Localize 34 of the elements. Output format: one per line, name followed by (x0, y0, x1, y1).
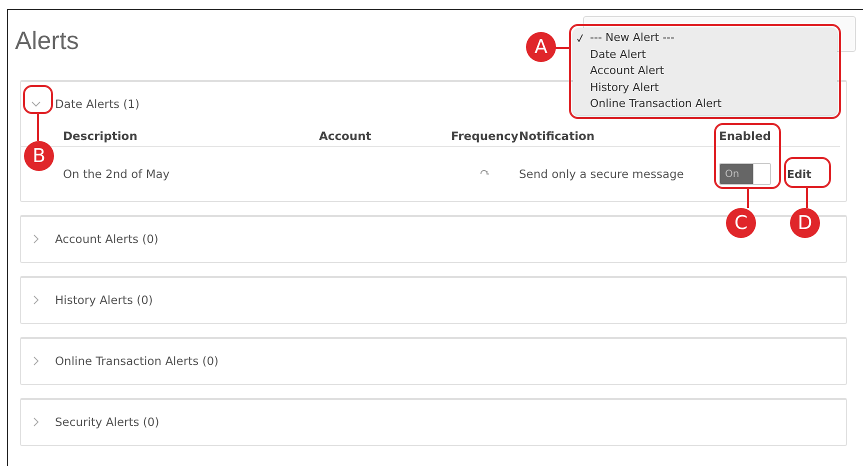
column-header: Account (319, 129, 372, 143)
chevron-icon[interactable] (33, 234, 39, 244)
menu-item[interactable]: --- New Alert --- (573, 30, 837, 46)
section-title[interactable]: History Alerts (0) (55, 293, 153, 307)
highlight-frame (23, 85, 53, 114)
callout-badge: C (726, 208, 756, 238)
table-cell-text: On the 2nd of May (63, 167, 171, 181)
callout-badge: A (526, 32, 556, 62)
column-header: Description (63, 129, 138, 143)
chevron-icon[interactable] (33, 417, 39, 427)
section-title[interactable]: Security Alerts (0) (55, 415, 160, 429)
callout-badge: D (790, 208, 820, 238)
column-header: Frequency (451, 129, 519, 143)
section-title[interactable]: Online Transaction Alerts (0) (55, 354, 219, 368)
leader-line (806, 188, 808, 208)
column-header: Enabled (718, 129, 772, 143)
highlight-frame (714, 123, 781, 189)
section-title[interactable]: Date Alerts (1) (55, 97, 140, 111)
chevron-icon[interactable] (33, 356, 39, 366)
leader-line (37, 114, 39, 141)
menu-item[interactable]: Date Alert (573, 46, 837, 63)
column-header: Notification (519, 129, 596, 143)
chevron-icon[interactable] (33, 295, 39, 305)
chevron-icon[interactable] (31, 101, 41, 107)
menu-item[interactable]: History Alert (573, 80, 837, 96)
menu-item[interactable]: Online Transaction Alert (573, 96, 837, 112)
page-title: Alerts (15, 26, 79, 56)
menu-item[interactable]: Account Alert (573, 63, 837, 80)
edit-button[interactable]: Edit (781, 164, 818, 185)
section-title[interactable]: Account Alerts (0) (55, 232, 158, 246)
leader-line (747, 189, 749, 208)
table-cell-text: Send only a secure message (519, 167, 685, 181)
callout-badge: B (24, 141, 54, 171)
highlight-frame (784, 157, 831, 188)
